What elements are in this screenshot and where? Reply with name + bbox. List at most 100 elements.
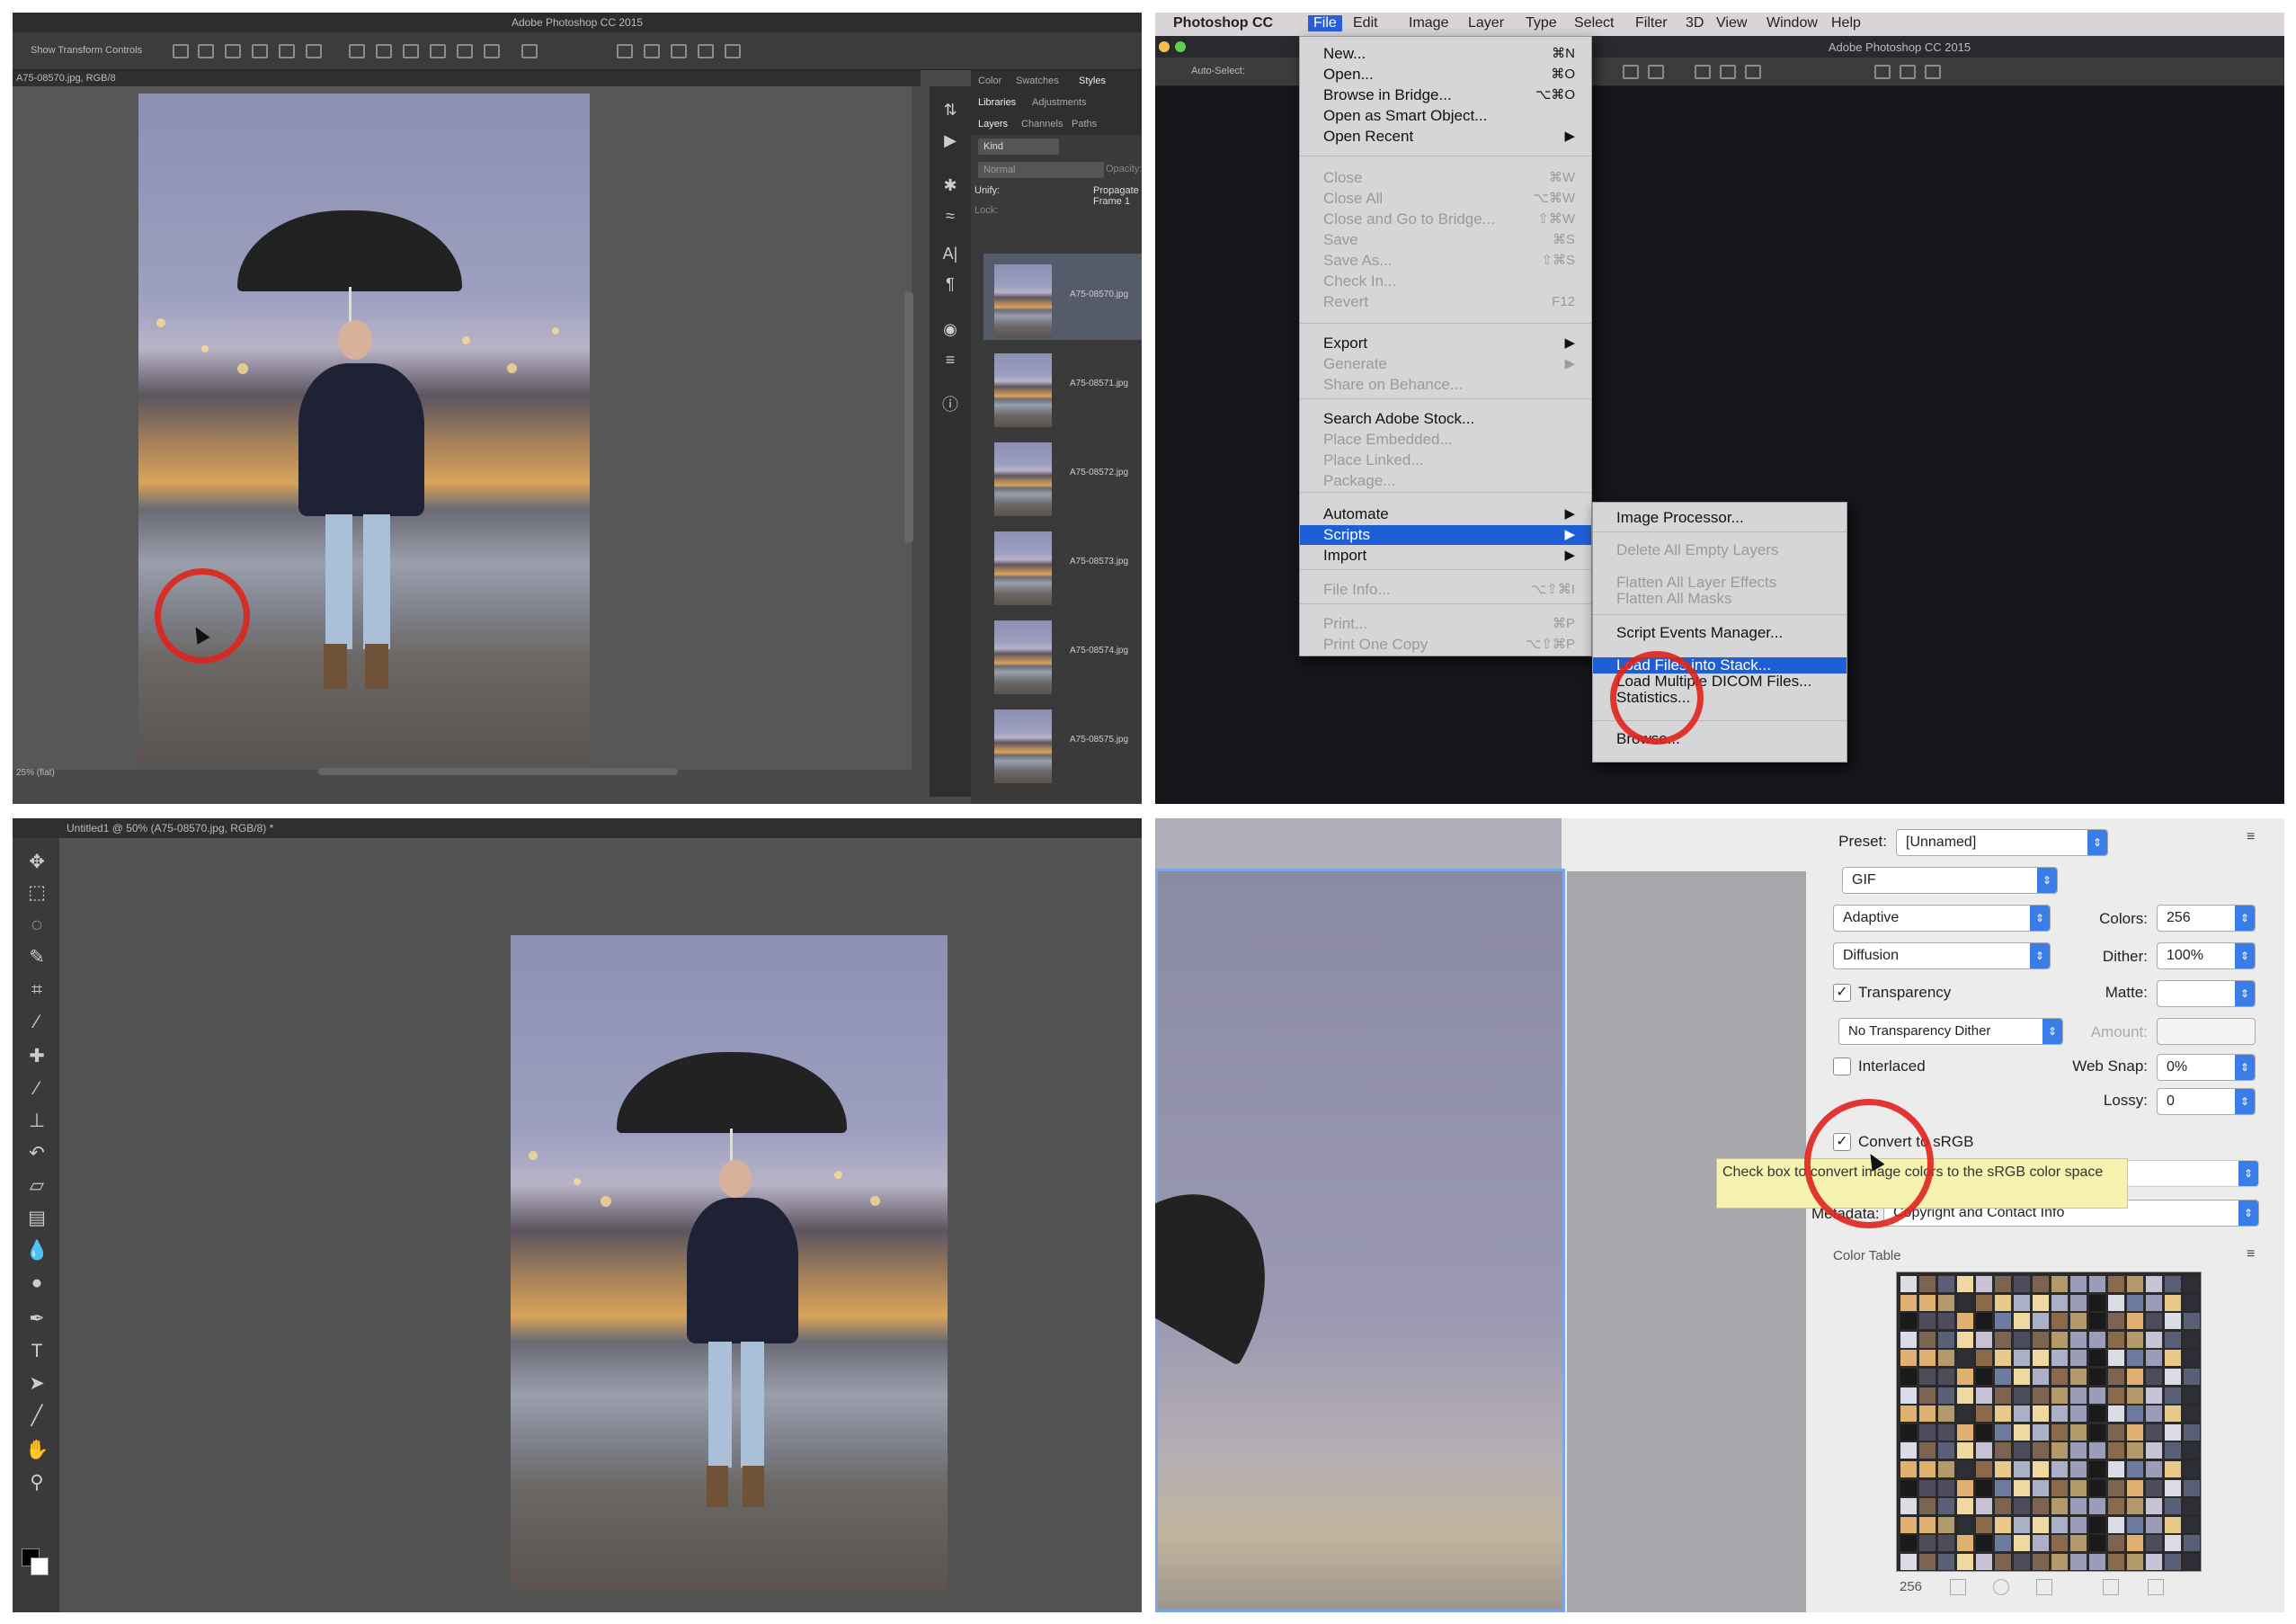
color-swatch[interactable] [1919, 1387, 1936, 1404]
color-swatch[interactable] [1957, 1554, 1973, 1570]
background-color-swatch[interactable] [31, 1557, 49, 1575]
align-middle-icon[interactable] [198, 44, 214, 58]
color-swatch[interactable] [2089, 1387, 2105, 1404]
distribute-top-icon[interactable] [349, 44, 365, 58]
color-swatch[interactable] [2089, 1294, 2105, 1311]
color-swatch[interactable] [2127, 1442, 2143, 1459]
color-swatch[interactable] [2184, 1331, 2200, 1348]
color-swatch[interactable] [2146, 1498, 2162, 1515]
color-swatch[interactable] [1938, 1369, 1954, 1385]
color-swatch[interactable] [2127, 1369, 2143, 1385]
tab-libraries[interactable]: Libraries [978, 97, 1016, 108]
color-swatch[interactable] [1957, 1516, 1973, 1533]
color-swatch[interactable] [1900, 1276, 1917, 1292]
color-swatch[interactable] [1957, 1479, 1973, 1496]
menu-type[interactable]: Type [1526, 15, 1557, 31]
color-swatch[interactable] [2051, 1276, 2068, 1292]
color-swatch[interactable] [2033, 1313, 2049, 1330]
color-swatch[interactable] [2127, 1423, 2143, 1441]
color-swatch[interactable] [2033, 1331, 2049, 1348]
history-brush-tool-icon[interactable]: ↶ [25, 1142, 49, 1165]
color-swatch[interactable] [2108, 1405, 2124, 1423]
color-swatch[interactable] [2033, 1294, 2049, 1311]
color-swatch[interactable] [1938, 1479, 1954, 1496]
color-swatch[interactable] [2127, 1479, 2143, 1496]
3d-scale-icon[interactable] [725, 44, 741, 58]
color-swatch[interactable] [2051, 1350, 2068, 1367]
color-swatch[interactable] [2108, 1442, 2124, 1459]
amount-input[interactable] [2157, 1018, 2256, 1045]
color-swatch[interactable] [1995, 1276, 2011, 1292]
color-swatch[interactable] [2146, 1516, 2162, 1533]
color-swatch[interactable] [2146, 1331, 2162, 1348]
color-swatch[interactable] [1900, 1350, 1917, 1367]
color-swatch[interactable] [1976, 1313, 1992, 1330]
hand-tool-icon[interactable]: ✋ [25, 1439, 49, 1462]
color-swatch[interactable] [1938, 1350, 1954, 1367]
color-swatch[interactable] [2089, 1498, 2105, 1515]
color-swatch[interactable] [1900, 1405, 1917, 1423]
color-swatch[interactable] [2165, 1479, 2181, 1496]
color-swatch[interactable] [2014, 1313, 2030, 1330]
file-menu-item[interactable]: New... ⌘N [1300, 44, 1591, 64]
file-menu-item[interactable]: Open as Smart Object... [1300, 106, 1591, 126]
color-swatch[interactable] [2051, 1516, 2068, 1533]
color-swatch[interactable] [2051, 1331, 2068, 1348]
tab-channels[interactable]: Channels [1021, 119, 1063, 129]
color-swatch[interactable] [2165, 1461, 2181, 1477]
color-swatch[interactable] [2070, 1498, 2087, 1515]
color-swatch[interactable] [2051, 1313, 2068, 1330]
color-swatch[interactable] [2070, 1350, 2087, 1367]
color-swatch[interactable] [2051, 1442, 2068, 1459]
color-swatch[interactable] [1957, 1498, 1973, 1515]
menu-select[interactable]: Select [1574, 15, 1614, 31]
color-swatch[interactable] [2089, 1405, 2105, 1423]
scripts-menu-item[interactable]: Script Events Manager... [1593, 625, 1847, 641]
color-swatch[interactable] [2127, 1276, 2143, 1292]
file-menu-item[interactable]: Open... ⌘O [1300, 65, 1591, 85]
color-swatch[interactable] [2014, 1479, 2030, 1496]
align-center-icon[interactable] [279, 44, 295, 58]
color-swatch[interactable] [2070, 1387, 2087, 1404]
color-swatch[interactable] [1995, 1461, 2011, 1477]
color-swatch[interactable] [2108, 1350, 2124, 1367]
color-swatch[interactable] [2184, 1294, 2200, 1311]
color-swatch[interactable] [2165, 1442, 2181, 1459]
distribute-icon[interactable] [1720, 65, 1736, 79]
color-swatch[interactable] [1995, 1554, 2011, 1570]
color-swatch[interactable] [2089, 1479, 2105, 1496]
color-swatch[interactable] [2108, 1369, 2124, 1385]
3d-roll-icon[interactable] [1900, 65, 1916, 79]
color-swatch[interactable] [2033, 1516, 2049, 1533]
color-swatch[interactable] [2089, 1554, 2105, 1570]
color-swatch[interactable] [2033, 1535, 2049, 1552]
layer-row[interactable]: A75-08572.jpg [983, 432, 1142, 518]
color-swatch[interactable] [2165, 1369, 2181, 1385]
color-swatch[interactable] [1957, 1350, 1973, 1367]
color-swatch[interactable] [1995, 1442, 2011, 1459]
color-swatch[interactable] [2146, 1479, 2162, 1496]
canvas-photo[interactable] [138, 94, 590, 764]
color-swatch[interactable] [2089, 1423, 2105, 1441]
align-top-icon[interactable] [173, 44, 189, 58]
matte-select[interactable]: ⇕ [2157, 980, 2256, 1007]
color-swatch[interactable] [2165, 1535, 2181, 1552]
color-swatch[interactable] [2184, 1423, 2200, 1441]
color-swatch[interactable] [1957, 1331, 1973, 1348]
color-swatch[interactable] [2184, 1479, 2200, 1496]
format-select[interactable]: GIF ⇕ [1842, 867, 2058, 894]
color-swatch[interactable] [2146, 1442, 2162, 1459]
brush-tool-icon[interactable]: ∕ [25, 1077, 49, 1101]
color-swatch[interactable] [2108, 1276, 2124, 1292]
color-swatch[interactable] [1957, 1313, 1973, 1330]
color-swatch[interactable] [2014, 1461, 2030, 1477]
color-swatch[interactable] [2051, 1387, 2068, 1404]
color-swatch[interactable] [1976, 1276, 1992, 1292]
color-swatch[interactable] [1938, 1554, 1954, 1570]
color-swatch[interactable] [1995, 1350, 2011, 1367]
color-swatch[interactable] [2033, 1405, 2049, 1423]
history-icon[interactable]: ⇅ [940, 101, 960, 119]
color-swatch[interactable] [2165, 1387, 2181, 1404]
3d-pan-icon[interactable] [1925, 65, 1941, 79]
color-swatch[interactable] [1995, 1331, 2011, 1348]
